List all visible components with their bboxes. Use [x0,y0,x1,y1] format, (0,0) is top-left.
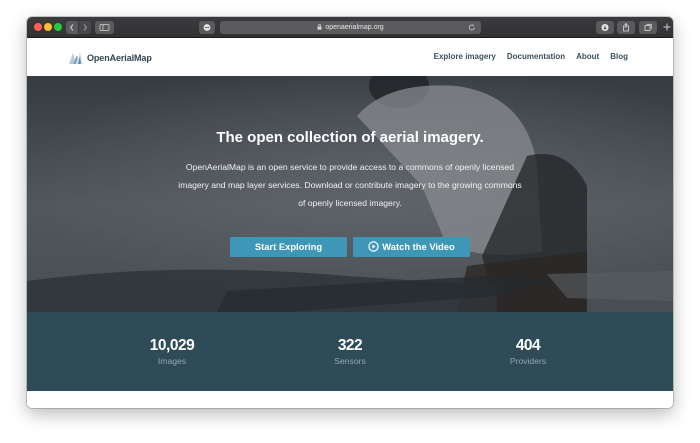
back-button[interactable] [66,21,78,34]
stat-label: Images [157,356,187,366]
tab-overview-button[interactable] [639,21,657,34]
stat-providers: 404 Providers [468,337,588,367]
stat-images: 10,029 Images [112,337,232,367]
hero-title: The open collection of aerial imagery. [216,129,484,146]
extension-icon [203,24,211,31]
nav-about[interactable]: About [576,52,599,61]
back-icon [69,24,74,31]
nav-documentation[interactable]: Documentation [507,52,565,61]
watch-video-label: Watch the Video [382,241,455,252]
lock-icon [317,24,322,30]
reload-icon[interactable] [468,23,476,32]
forward-button[interactable] [79,21,91,34]
address-bar[interactable]: openaerialmap.org [220,21,481,34]
stat-sensors: 322 Sensors [290,337,410,367]
minimize-window-button[interactable] [44,23,52,31]
stat-label: Providers [509,356,547,366]
plus-icon [663,23,671,31]
download-icon [601,24,609,31]
browser-toolbar: openaerialmap.org [27,17,673,38]
stats-band: 10,029 Images 322 Sensors 404 Providers [27,312,673,391]
share-icon [623,22,629,32]
hero-description: OpenAerialMap is an open service to prov… [155,158,545,212]
stat-label: Sensors [334,356,366,366]
tabs-icon [644,23,652,31]
nav-blog[interactable]: Blog [610,52,628,61]
share-button[interactable] [617,21,635,34]
hero-section: The open collection of aerial imagery. O… [27,76,673,312]
extension-button[interactable] [199,21,215,34]
sidebar-icon [99,24,110,31]
hero-description-line: of openly licensed imagery. [298,198,402,208]
stat-value: 404 [515,337,541,354]
downloads-button[interactable] [596,21,614,34]
site-header: OpenAerialMap Explore imagery Documentat… [27,38,673,76]
forward-icon [83,24,88,31]
close-window-button[interactable] [34,23,42,31]
play-icon [368,241,379,252]
start-exploring-button[interactable]: Start Exploring [230,237,347,257]
sidebar-button[interactable] [95,21,114,34]
stat-value: 322 [337,337,363,354]
page-bottom [27,391,673,408]
hero-description-line: imagery and map layer services. Download… [178,180,522,190]
logo-icon [69,52,83,64]
main-nav: Explore imagery Documentation About Blog [434,52,628,61]
site-logo[interactable]: OpenAerialMap [68,50,152,66]
nav-explore-imagery[interactable]: Explore imagery [434,52,496,61]
browser-window: openaerialmap.org OpenAerialMap Explore … [27,17,673,408]
url-text: openaerialmap.org [325,24,384,31]
zoom-window-button[interactable] [54,23,62,31]
logo-text: OpenAerialMap [87,53,152,63]
watch-video-button[interactable]: Watch the Video [353,237,470,257]
hero-description-line: OpenAerialMap is an open service to prov… [185,162,515,172]
stat-value: 10,029 [149,337,195,354]
new-tab-button[interactable] [661,22,673,34]
